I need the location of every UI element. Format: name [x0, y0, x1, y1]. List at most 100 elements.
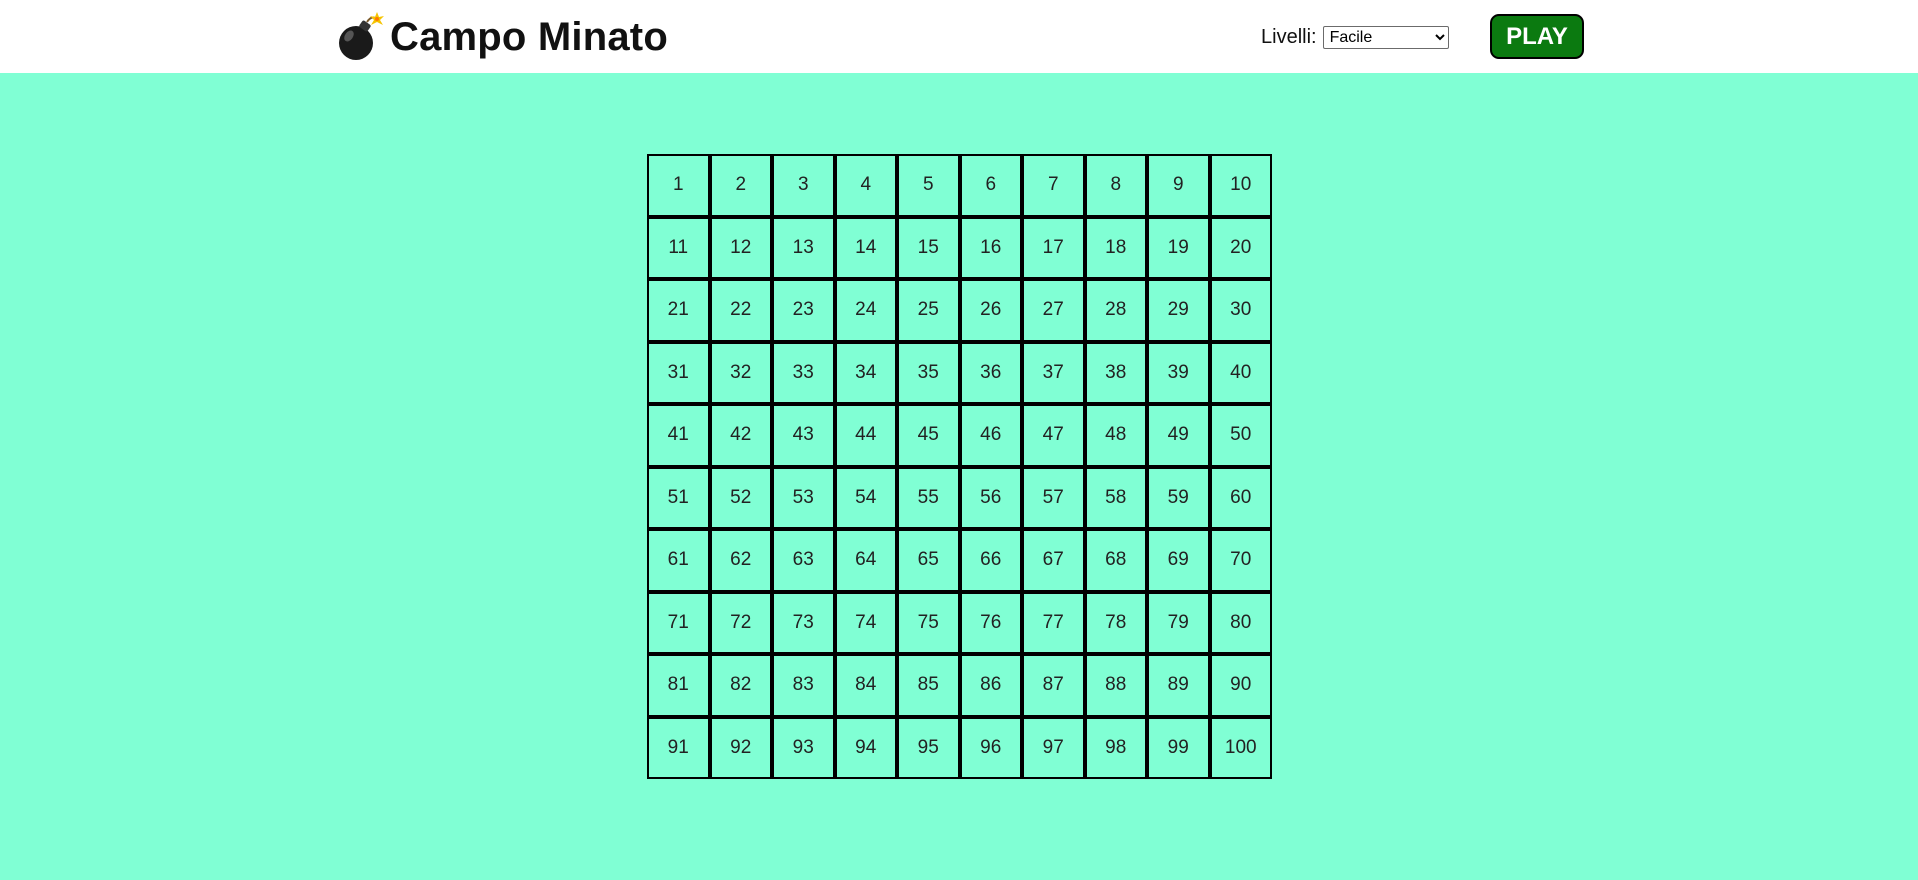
- grid-cell[interactable]: 96: [959, 716, 1022, 779]
- grid-cell[interactable]: 84: [834, 654, 897, 717]
- grid-cell[interactable]: 80: [1209, 591, 1272, 654]
- grid-cell[interactable]: 97: [1022, 716, 1085, 779]
- grid-cell[interactable]: 58: [1084, 466, 1147, 529]
- grid-cell[interactable]: 34: [834, 341, 897, 404]
- grid-cell[interactable]: 87: [1022, 654, 1085, 717]
- grid-cell[interactable]: 14: [834, 216, 897, 279]
- grid-cell[interactable]: 17: [1022, 216, 1085, 279]
- grid-cell[interactable]: 12: [709, 216, 772, 279]
- grid-cell[interactable]: 43: [772, 404, 835, 467]
- grid-cell[interactable]: 67: [1022, 529, 1085, 592]
- grid-cell[interactable]: 72: [709, 591, 772, 654]
- grid-cell[interactable]: 63: [772, 529, 835, 592]
- grid-cell[interactable]: 91: [647, 716, 710, 779]
- play-button[interactable]: PLAY: [1490, 14, 1584, 59]
- grid-cell[interactable]: 46: [959, 404, 1022, 467]
- grid-cell[interactable]: 70: [1209, 529, 1272, 592]
- grid-cell[interactable]: 50: [1209, 404, 1272, 467]
- grid-cell[interactable]: 28: [1084, 279, 1147, 342]
- grid-cell[interactable]: 68: [1084, 529, 1147, 592]
- grid-cell[interactable]: 81: [647, 654, 710, 717]
- grid-cell[interactable]: 74: [834, 591, 897, 654]
- grid-cell[interactable]: 29: [1147, 279, 1210, 342]
- grid-cell[interactable]: 25: [897, 279, 960, 342]
- grid-cell[interactable]: 62: [709, 529, 772, 592]
- grid-cell[interactable]: 30: [1209, 279, 1272, 342]
- grid-cell[interactable]: 98: [1084, 716, 1147, 779]
- grid-cell[interactable]: 75: [897, 591, 960, 654]
- grid-cell[interactable]: 83: [772, 654, 835, 717]
- grid-cell[interactable]: 78: [1084, 591, 1147, 654]
- grid-cell[interactable]: 49: [1147, 404, 1210, 467]
- grid-cell[interactable]: 51: [647, 466, 710, 529]
- grid-cell[interactable]: 36: [959, 341, 1022, 404]
- grid-cell[interactable]: 33: [772, 341, 835, 404]
- grid-cell[interactable]: 38: [1084, 341, 1147, 404]
- grid-cell[interactable]: 93: [772, 716, 835, 779]
- grid-cell[interactable]: 85: [897, 654, 960, 717]
- grid-cell[interactable]: 88: [1084, 654, 1147, 717]
- grid-cell[interactable]: 40: [1209, 341, 1272, 404]
- grid-cell[interactable]: 13: [772, 216, 835, 279]
- grid-cell[interactable]: 77: [1022, 591, 1085, 654]
- grid-cell[interactable]: 65: [897, 529, 960, 592]
- grid-cell[interactable]: 18: [1084, 216, 1147, 279]
- grid-cell[interactable]: 90: [1209, 654, 1272, 717]
- grid-cell[interactable]: 47: [1022, 404, 1085, 467]
- grid-cell[interactable]: 35: [897, 341, 960, 404]
- grid-cell[interactable]: 21: [647, 279, 710, 342]
- grid-cell[interactable]: 11: [647, 216, 710, 279]
- grid-cell[interactable]: 92: [709, 716, 772, 779]
- grid-cell[interactable]: 19: [1147, 216, 1210, 279]
- grid-cell[interactable]: 20: [1209, 216, 1272, 279]
- grid-cell[interactable]: 48: [1084, 404, 1147, 467]
- grid-cell[interactable]: 9: [1147, 154, 1210, 217]
- grid-cell[interactable]: 86: [959, 654, 1022, 717]
- grid-cell[interactable]: 32: [709, 341, 772, 404]
- grid-cell[interactable]: 99: [1147, 716, 1210, 779]
- grid-cell[interactable]: 61: [647, 529, 710, 592]
- grid-cell[interactable]: 45: [897, 404, 960, 467]
- grid-cell[interactable]: 76: [959, 591, 1022, 654]
- grid-cell[interactable]: 60: [1209, 466, 1272, 529]
- grid-cell[interactable]: 79: [1147, 591, 1210, 654]
- grid-cell[interactable]: 54: [834, 466, 897, 529]
- grid-cell[interactable]: 16: [959, 216, 1022, 279]
- grid-cell[interactable]: 89: [1147, 654, 1210, 717]
- grid-cell[interactable]: 1: [647, 154, 710, 217]
- grid-cell[interactable]: 56: [959, 466, 1022, 529]
- grid-cell[interactable]: 57: [1022, 466, 1085, 529]
- grid-cell[interactable]: 52: [709, 466, 772, 529]
- grid-cell[interactable]: 15: [897, 216, 960, 279]
- grid-cell[interactable]: 24: [834, 279, 897, 342]
- grid-cell[interactable]: 27: [1022, 279, 1085, 342]
- grid-cell[interactable]: 94: [834, 716, 897, 779]
- grid-cell[interactable]: 37: [1022, 341, 1085, 404]
- grid-cell[interactable]: 2: [709, 154, 772, 217]
- grid-cell[interactable]: 23: [772, 279, 835, 342]
- grid-cell[interactable]: 59: [1147, 466, 1210, 529]
- grid-cell[interactable]: 69: [1147, 529, 1210, 592]
- grid-cell[interactable]: 42: [709, 404, 772, 467]
- grid-cell[interactable]: 22: [709, 279, 772, 342]
- grid-cell[interactable]: 73: [772, 591, 835, 654]
- grid-cell[interactable]: 5: [897, 154, 960, 217]
- grid-cell[interactable]: 6: [959, 154, 1022, 217]
- grid-cell[interactable]: 66: [959, 529, 1022, 592]
- grid-cell[interactable]: 53: [772, 466, 835, 529]
- grid-cell[interactable]: 31: [647, 341, 710, 404]
- level-select[interactable]: Facile: [1322, 25, 1449, 49]
- grid-cell[interactable]: 95: [897, 716, 960, 779]
- grid-cell[interactable]: 100: [1209, 716, 1272, 779]
- grid-cell[interactable]: 39: [1147, 341, 1210, 404]
- grid-cell[interactable]: 64: [834, 529, 897, 592]
- grid-cell[interactable]: 82: [709, 654, 772, 717]
- grid-cell[interactable]: 3: [772, 154, 835, 217]
- grid-cell[interactable]: 44: [834, 404, 897, 467]
- grid-cell[interactable]: 10: [1209, 154, 1272, 217]
- grid-cell[interactable]: 26: [959, 279, 1022, 342]
- grid-cell[interactable]: 41: [647, 404, 710, 467]
- grid-cell[interactable]: 71: [647, 591, 710, 654]
- grid-cell[interactable]: 4: [834, 154, 897, 217]
- grid-cell[interactable]: 7: [1022, 154, 1085, 217]
